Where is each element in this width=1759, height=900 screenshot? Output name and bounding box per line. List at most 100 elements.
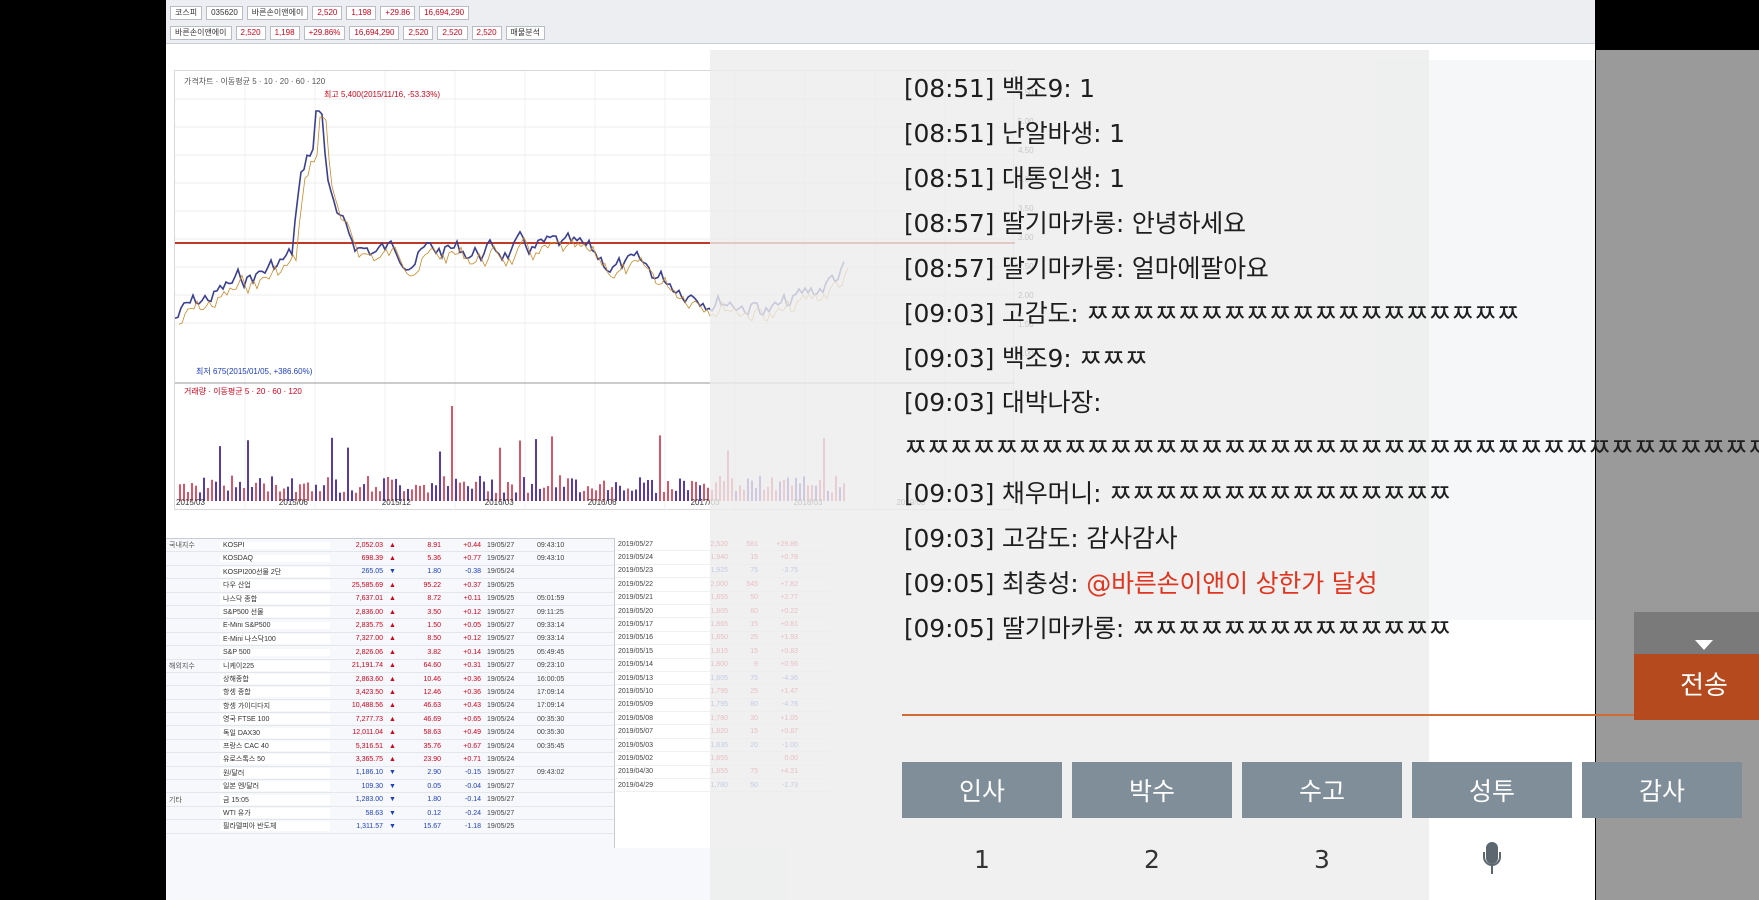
quote-field[interactable]: 1,198 <box>269 26 300 40</box>
volume-bar <box>551 436 553 501</box>
quote-field[interactable]: 2,520 <box>471 26 502 40</box>
index-group: 해외지수 <box>169 662 195 670</box>
microphone-icon-stem <box>1491 866 1493 874</box>
index-price: 58.63 <box>365 809 383 817</box>
index-change: 3.50 <box>427 608 441 616</box>
index-price: 10,488.56 <box>351 702 383 710</box>
index-time: 00:35:30 <box>537 729 565 737</box>
index-direction: ▲ <box>389 541 396 549</box>
index-percent: +0.49 <box>463 729 481 737</box>
number-key[interactable]: 3 <box>1242 830 1402 888</box>
number-key[interactable]: 1 <box>902 830 1062 888</box>
index-percent: -0.14 <box>465 796 481 804</box>
index-date: 19/05/27 <box>487 608 515 616</box>
index-date: 19/05/24 <box>487 688 515 696</box>
volume-bar <box>247 440 249 501</box>
volume-bar <box>219 446 221 501</box>
quote-field[interactable]: 매물분석 <box>505 26 545 40</box>
index-date: 19/05/27 <box>487 541 515 549</box>
index-name: KOSPI <box>220 541 330 549</box>
index-name: 항셍 종합 <box>220 687 330 698</box>
index-change: 12.46 <box>423 688 441 696</box>
chat-message[interactable]: [08:51] 대통인생: 1 <box>904 156 1604 201</box>
quick-reply-button[interactable]: 감사 <box>1582 762 1742 818</box>
quick-reply-button[interactable]: 박수 <box>1072 762 1232 818</box>
chat-message[interactable]: [09:05] 딸기마카롱: ㅉㅉㅉㅉㅉㅉㅉㅉㅉㅉㅉㅉㅉㅉ <box>904 606 1604 651</box>
toolbar-row-symbol[interactable]: 코스피 035620 바른손이앤에이 2,520 1,198 +29.86 16,694,2… <box>170 4 470 22</box>
daily-date: 2019/05/07 <box>618 728 654 736</box>
quote-field[interactable]: 2,520 <box>403 26 434 40</box>
quote-field[interactable]: 2,520 <box>235 26 266 40</box>
index-price: 1,311.57 <box>356 822 383 830</box>
index-time: 05:01:59 <box>537 595 565 603</box>
index-time: 09:23:10 <box>537 662 565 670</box>
chat-message-text: [09:05] 딸기마카롱: ㅉㅉㅉㅉㅉㅉㅉㅉㅉㅉㅉㅉㅉㅉ <box>904 614 1452 643</box>
index-time: 00:35:30 <box>537 715 565 723</box>
toolbar-field[interactable]: 바른손이앤에이 <box>246 6 309 20</box>
volume-bar <box>499 447 501 501</box>
index-percent: +0.71 <box>463 755 481 763</box>
index-time: 17:09:14 <box>537 688 565 696</box>
daily-date: 2019/05/23 <box>618 567 654 575</box>
number-key[interactable]: 2 <box>1072 830 1232 888</box>
index-group: 기타 <box>169 796 182 804</box>
index-percent: +0.11 <box>463 595 481 603</box>
index-change: 0.12 <box>427 809 441 817</box>
toolbar-field[interactable]: 1,198 <box>346 6 377 20</box>
index-direction: ▼ <box>389 769 396 777</box>
daily-date: 2019/05/09 <box>618 701 654 709</box>
daily-date: 2019/05/03 <box>618 741 654 749</box>
index-name: 항셍 가이디다지 <box>220 700 330 711</box>
index-percent: +0.12 <box>463 635 481 643</box>
quote-field[interactable]: 2,520 <box>437 26 468 40</box>
quote-field[interactable]: +29.86% <box>303 26 346 40</box>
chat-message[interactable]: [09:03] 고감도: 감사감사 <box>904 516 1604 561</box>
chat-message[interactable]: [08:51] 난알바생: 1 <box>904 111 1604 156</box>
chat-message[interactable]: [08:51] 백조9: 1 <box>904 66 1604 111</box>
chat-message[interactable]: [09:03] 백조9: ㅉㅉㅉ <box>904 336 1604 381</box>
daily-date: 2019/05/17 <box>618 621 654 629</box>
chat-log[interactable]: [08:51] 백조9: 1 [08:51] 난알바생: 1 [08:51] 대통인… <box>904 66 1759 651</box>
index-price: 2,052.03 <box>355 541 383 549</box>
collapse-arrow-icon[interactable] <box>1695 640 1713 650</box>
chat-message[interactable]: ㅉㅉㅉㅉㅉㅉㅉㅉㅉㅉㅉㅉㅉㅉㅉㅉㅉㅉㅉㅉㅉㅉㅉㅉㅉㅉㅉㅉㅉㅉㅉㅉㅉㅉㅉㅉㅉㅉ <box>904 426 1759 471</box>
quick-reply-button[interactable]: 성투 <box>1412 762 1572 818</box>
index-percent: -0.04 <box>465 782 481 790</box>
toolbar-field[interactable]: 16,694,290 <box>419 6 470 20</box>
toolbar-field[interactable]: 2,520 <box>312 6 343 20</box>
index-price: 3,423.50 <box>355 688 383 696</box>
index-percent: -0.24 <box>465 809 481 817</box>
index-direction: ▲ <box>389 595 396 603</box>
chat-message[interactable]: [09:03] 고감도: ㅉㅉㅉㅉㅉㅉㅉㅉㅉㅉㅉㅉㅉㅉㅉㅉㅉㅉㅉ <box>904 291 1604 336</box>
chat-input-underline[interactable] <box>902 714 1634 716</box>
send-button[interactable]: 전송 <box>1634 612 1759 720</box>
quick-reply-button[interactable]: 수고 <box>1242 762 1402 818</box>
chat-message[interactable]: [09:03] 대박나장: <box>904 381 1604 426</box>
index-percent: +0.36 <box>463 675 481 683</box>
daily-date: 2019/05/16 <box>618 634 654 642</box>
index-price: 7,277.73 <box>355 715 383 723</box>
index-date: 19/05/25 <box>487 581 515 589</box>
index-change: 8.72 <box>427 595 441 603</box>
volume-bar <box>659 435 661 501</box>
toolbar-field[interactable]: 035620 <box>206 6 243 20</box>
toolbar-row-quote[interactable]: 바른손이앤에이 2,520 1,198 +29.86% 16,694,290 2,520 2… <box>170 24 545 42</box>
chat-message[interactable]: [09:03] 채우머니: ㅉㅉㅉㅉㅉㅉㅉㅉㅉㅉㅉㅉㅉㅉㅉ <box>904 471 1604 516</box>
voice-input-key[interactable] <box>1412 830 1572 888</box>
chat-message[interactable]: [08:57] 딸기마카롱: 안녕하세요 <box>904 201 1604 246</box>
index-direction: ▲ <box>389 729 396 737</box>
toolbar-field[interactable]: +29.86 <box>380 6 416 20</box>
quote-field[interactable]: 16,694,290 <box>349 26 400 40</box>
chat-message-text: [09:03] 채우머니: ㅉㅉㅉㅉㅉㅉㅉㅉㅉㅉㅉㅉㅉㅉㅉ <box>904 479 1452 508</box>
chat-message-text: [09:03] 고감도: ㅉㅉㅉㅉㅉㅉㅉㅉㅉㅉㅉㅉㅉㅉㅉㅉㅉㅉㅉ <box>904 299 1520 328</box>
index-time: 05:49:45 <box>537 648 565 656</box>
chat-message[interactable]: [09:05] 최충성: @바른손이앤이 상한가 달성 <box>904 561 1604 606</box>
index-price: 109.30 <box>361 782 383 790</box>
index-change: 0.05 <box>427 782 441 790</box>
chat-message[interactable]: [08:57] 딸기마카롱: 얼마에팔아요 <box>904 246 1604 291</box>
index-direction: ▲ <box>389 688 396 696</box>
quote-field[interactable]: 바른손이앤에이 <box>170 26 232 40</box>
toolbar-field[interactable]: 코스피 <box>170 6 203 20</box>
quick-reply-button[interactable]: 인사 <box>902 762 1062 818</box>
index-time: 09:43:02 <box>537 769 565 777</box>
